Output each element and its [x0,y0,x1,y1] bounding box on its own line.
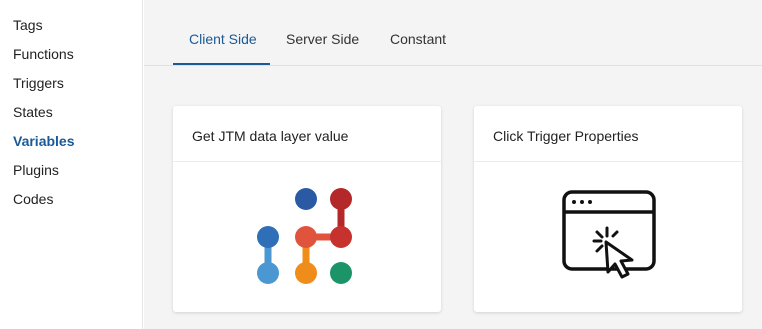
card-click-trigger-properties[interactable]: Click Trigger Properties [474,106,742,312]
tab-bar: Client Side Server Side Constant [144,0,762,66]
sidebar-item-codes[interactable]: Codes [13,191,53,207]
sidebar-item-functions[interactable]: Functions [13,46,74,62]
card-get-jtm-data-layer-value[interactable]: Get JTM data layer value [173,106,441,312]
tab-server-side[interactable]: Server Side [286,31,359,47]
sidebar-item-states[interactable]: States [13,104,53,120]
sidebar-item-triggers[interactable]: Triggers [13,75,64,91]
main-content: Client Side Server Side Constant Get JTM… [144,0,762,329]
card-title: Get JTM data layer value [192,128,349,144]
tab-constant[interactable]: Constant [390,31,446,47]
browser-click-icon [562,190,656,279]
card-divider [173,161,441,162]
tab-client-side[interactable]: Client Side [189,31,257,47]
sidebar-item-plugins[interactable]: Plugins [13,162,59,178]
sidebar: Tags Functions Triggers States Variables… [0,0,143,329]
card-title: Click Trigger Properties [493,128,639,144]
sidebar-item-tags[interactable]: Tags [13,17,43,33]
jtm-logo-icon [257,188,352,284]
active-tab-indicator [173,63,270,65]
card-divider [474,161,742,162]
sidebar-item-variables[interactable]: Variables [13,133,75,149]
